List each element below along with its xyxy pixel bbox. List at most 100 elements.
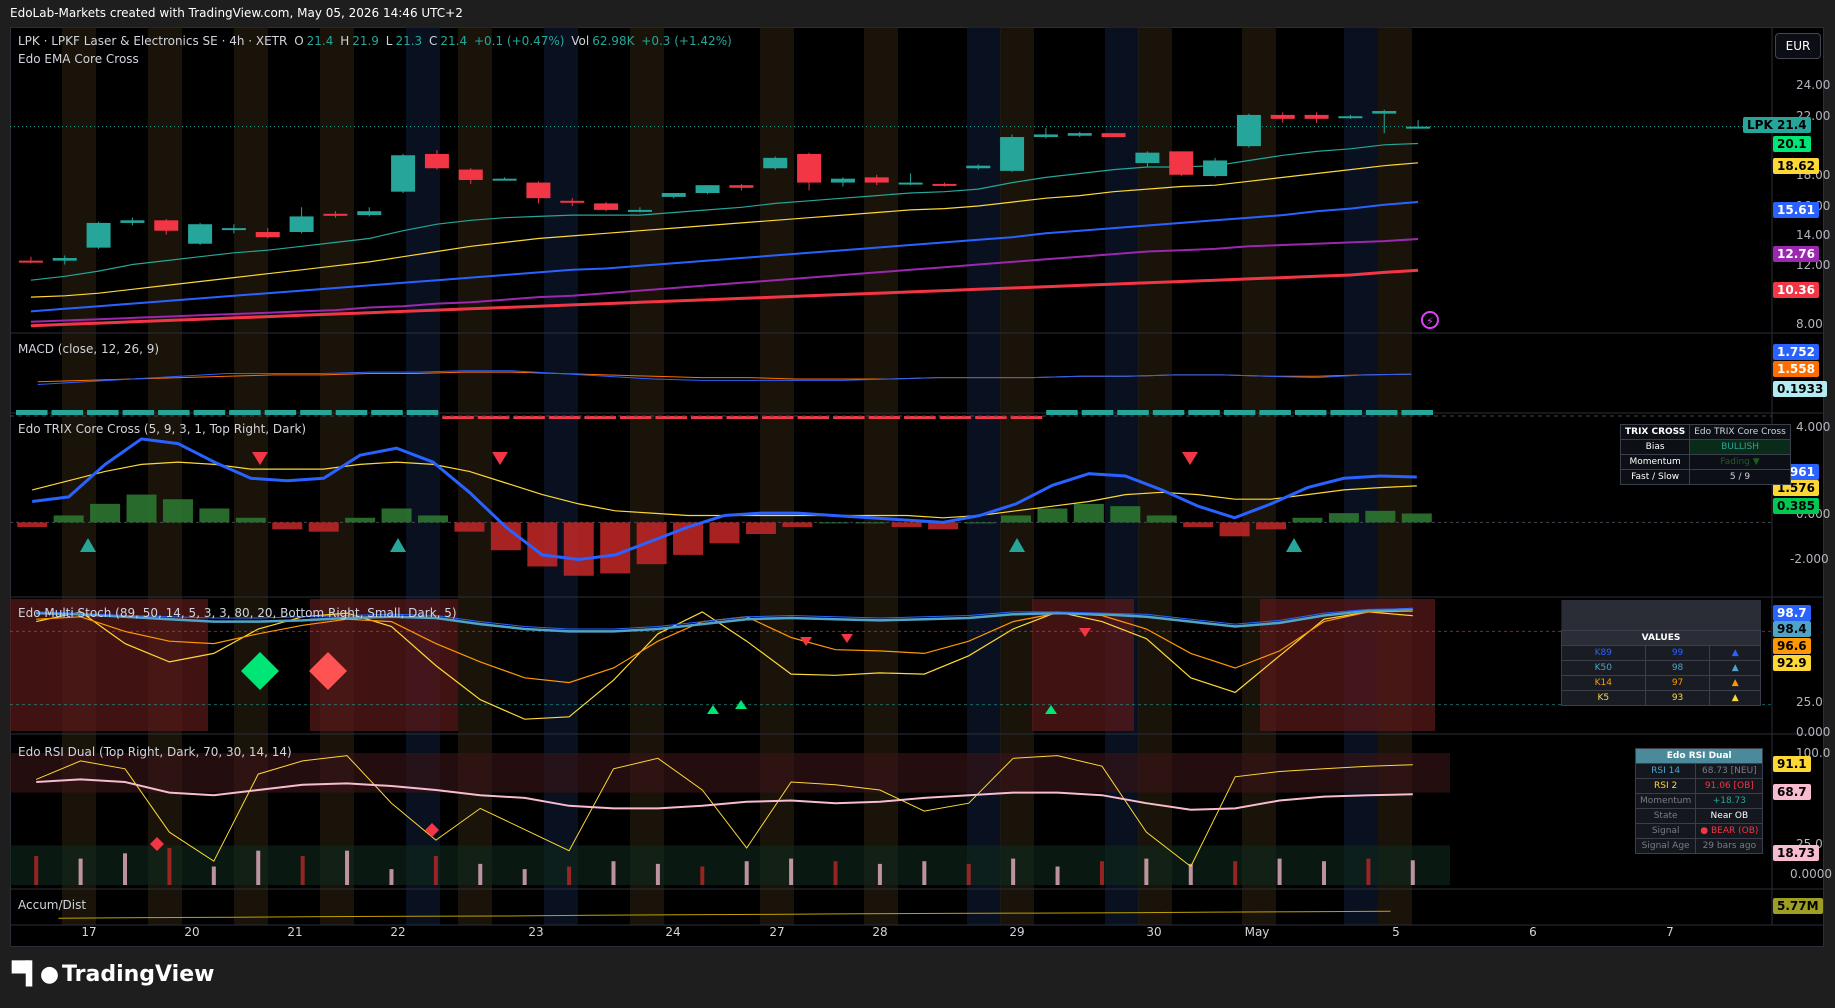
open-value: 21.4 [306, 34, 334, 48]
x-axis-label: 17 [81, 925, 97, 939]
candle-body [560, 200, 585, 203]
trix-hist-bar [709, 522, 740, 544]
signal-row-label: Signal [1634, 823, 1697, 839]
sell-signal-icon [1182, 452, 1198, 465]
up-arrow-icon: ▲ [1709, 675, 1761, 691]
volume-change: +0.3 (+1.42%) [641, 34, 732, 48]
macd-hist-bar [1081, 410, 1114, 415]
rsi14-row-label: RSI 14 [1634, 763, 1697, 779]
macd-hist-bar [264, 410, 297, 415]
high-label: H [340, 34, 350, 48]
state-row-value: Near OB [1695, 808, 1764, 824]
currency-button[interactable]: EUR [1775, 33, 1821, 59]
k50-name: K50 [1561, 660, 1646, 676]
trix-hist-bar [527, 522, 558, 567]
stoch-axis-label: 0.000 [1796, 725, 1831, 739]
trix-hist-bar [1000, 515, 1031, 523]
trix-hist-bar [454, 522, 485, 532]
rsi-table-header: Edo RSI Dual [1634, 748, 1764, 764]
buy-signal-icon [1286, 538, 1302, 552]
macd-hist-bar [122, 410, 155, 415]
tradingview-logo[interactable]: ▀▍● TradingView [12, 962, 214, 987]
trix-title[interactable]: Edo TRIX Core Cross (5, 9, 3, 1, Top Rig… [18, 422, 306, 436]
rsi2-label: 91.1 [1773, 756, 1811, 772]
k14-value: 97 [1644, 675, 1711, 691]
ema-slow-label: 15.61 [1773, 202, 1819, 218]
candle-body [526, 182, 551, 199]
k89-name: K89 [1561, 645, 1646, 661]
rsi-momentum-bar [256, 850, 261, 885]
candle-body [492, 178, 517, 181]
stoch-values-table: VALUES K89 99 ▲ K50 98 ▲ K14 97 ▲ K5 93 ▲ [1561, 600, 1761, 706]
volume-value: 62.98K [592, 34, 635, 48]
candle-body [323, 213, 348, 216]
rsi-momentum-bar [744, 861, 749, 885]
buy-signal-icon [707, 705, 719, 714]
last-price-label: 21.4 [1773, 117, 1811, 133]
up-arrow-icon: ▲ [1709, 660, 1761, 676]
buy-signal-icon [390, 538, 406, 552]
candle-body [221, 228, 246, 231]
macd-hist-bar [1294, 410, 1327, 415]
rsi-momentum-bar [34, 855, 39, 885]
momentum-label: Momentum [1619, 454, 1691, 470]
x-axis-label: 27 [769, 925, 785, 939]
low-label: L [385, 34, 393, 48]
sell-signal-icon [800, 637, 812, 646]
trix-axis-label: -2.000 [1790, 552, 1829, 566]
candle-body [86, 222, 111, 248]
rsi-momentum-bar [433, 855, 438, 885]
candle-body [1203, 160, 1228, 177]
rsi-momentum-bar [478, 863, 483, 885]
trix-hist-bar [782, 522, 813, 528]
symbol-legend[interactable]: LPK · LPKF Laser & Electronics SE · 4h ·… [18, 34, 735, 48]
candle-body [627, 209, 652, 212]
rsi-momentum-bar [1410, 860, 1415, 885]
trix-hist-bar [235, 517, 266, 523]
trix-hist-bar [964, 522, 995, 524]
trix-hist-bar [272, 522, 303, 530]
open-label: O [294, 34, 304, 48]
x-axis-label: May [1244, 925, 1270, 939]
macd-hist-bar [51, 410, 84, 415]
ema-slower-label: 12.76 [1773, 246, 1819, 262]
trix-hist-bar [345, 517, 376, 523]
k50-label: 98.4 [1773, 621, 1811, 637]
rsi-momentum-bar [611, 861, 616, 885]
rsi-title[interactable]: Edo RSI Dual (Top Right, Dark, 70, 30, 1… [18, 745, 292, 759]
trix-axis-label: 4.000 [1796, 420, 1831, 434]
signal-row-value: ● BEAR (OB) [1695, 823, 1764, 839]
candle-body [458, 169, 483, 180]
macd-hist-bar [1188, 410, 1220, 415]
chart-canvas[interactable] [10, 27, 1824, 947]
macd-hist-bar [406, 410, 439, 415]
rsi-momentum-bar [966, 863, 971, 885]
candle-body [1372, 111, 1397, 114]
ema-indicator-title[interactable]: Edo EMA Core Cross [18, 52, 139, 66]
rsi-momentum-bar [389, 869, 394, 885]
price-axis-label: 24.00 [1796, 78, 1831, 92]
rsi-momentum-bar [123, 853, 128, 885]
accum-dist-title[interactable]: Accum/Dist [18, 898, 86, 912]
sell-signal-icon [492, 452, 508, 465]
k14-label: 96.6 [1773, 638, 1811, 654]
momentum-value: Fading ▼ [1689, 454, 1791, 470]
rsi2-row-value: 91.06 [OB] [1695, 778, 1764, 794]
candle-body [932, 183, 957, 186]
trix-hist-bar [1292, 517, 1323, 523]
trix-hist-bar [636, 522, 667, 565]
k5-name: K5 [1561, 690, 1646, 706]
candle-body [661, 192, 686, 197]
signal-age-row-value: 29 bars ago [1695, 838, 1764, 854]
macd-hist-bar [1365, 410, 1398, 415]
trix-hist-bar [1183, 522, 1214, 528]
rsi-momentum-label: 18.73 [1773, 845, 1819, 861]
lightning-icon[interactable]: ⚡ [1421, 311, 1439, 329]
stoch-title[interactable]: Edo Multi Stoch (89, 50, 14, 5, 3, 3, 80… [18, 606, 457, 620]
rsi14-label: 68.7 [1773, 784, 1811, 800]
rsi-momentum-bar [300, 855, 305, 885]
momentum-row-label: Momentum [1634, 793, 1697, 809]
x-axis-label: 21 [287, 925, 303, 939]
macd-title[interactable]: MACD (close, 12, 26, 9) [18, 342, 159, 356]
macd-hist-bar [300, 410, 332, 415]
